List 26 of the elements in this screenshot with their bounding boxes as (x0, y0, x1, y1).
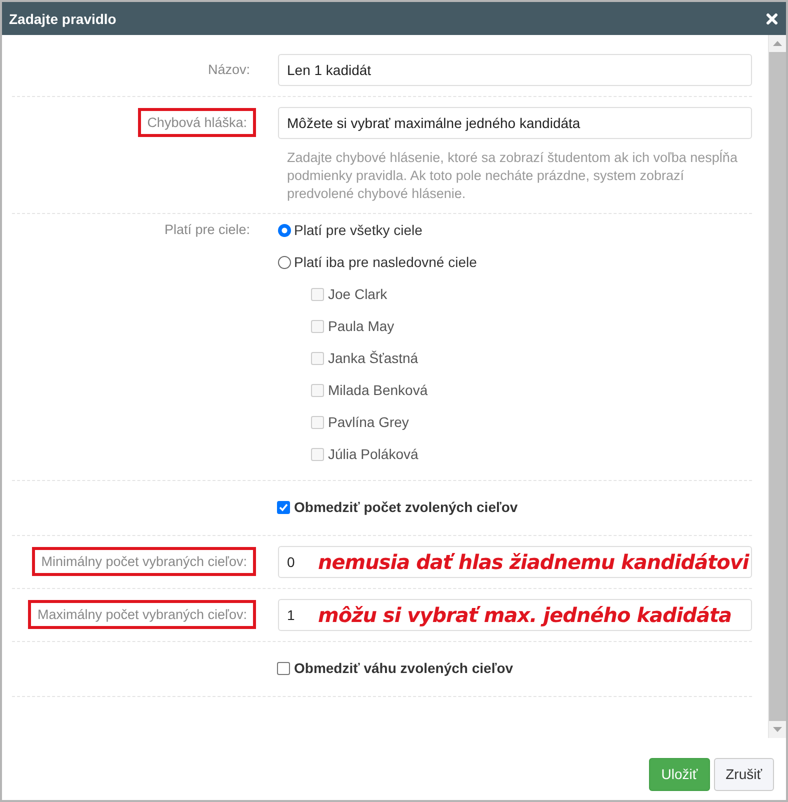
checkbox-label[interactable]: Obmedziť počet zvolených cieľov (294, 499, 518, 515)
field-frame[interactable]: 0 nemusia dať hlas žiadnemu kandidátovi (278, 546, 752, 578)
scrollbar[interactable] (768, 35, 786, 738)
down-arrow-icon[interactable] (773, 727, 782, 732)
input-field[interactable]: Môžete si vybrať maximálne jedného kandidáta (278, 107, 752, 139)
input-field[interactable]: Len 1 kadidát (278, 54, 752, 86)
radio-label[interactable]: Platí pre všetky ciele (294, 222, 422, 238)
highlighted-label: Chybová hláška: (138, 108, 256, 137)
checkbox[interactable] (277, 500, 290, 514)
handwritten-note: nemusia dať hlas žiadnemu kandidátovi (318, 549, 749, 576)
highlighted-label: Maximálny počet vybraných cieľov: (28, 600, 256, 629)
radio-button[interactable] (278, 224, 291, 236)
checkbox-label[interactable]: Obmedziť váhu zvolených cieľov (294, 660, 514, 676)
radio-label[interactable]: Platí iba pre nasledovné ciele (294, 254, 477, 270)
dialog-title: Zadajte pravidlo (9, 10, 116, 26)
cancel-button[interactable]: Zrušiť (714, 758, 774, 790)
up-arrow-icon[interactable] (773, 41, 782, 46)
handwritten-note: môžu si vybrať max. jedného kadidáta (318, 602, 732, 629)
help-text: Zadajte chybové hlásenie, ktoré sa zobrazí študentom ak ich voľba nespĺňa podmienky pravidla. Ak toto pole necháte prázdne, system zobrazí predvolené chybové hlásenie. (286, 149, 738, 203)
highlighted-label: Minimálny počet vybraných cieľov: (32, 547, 256, 576)
field-label: Platí pre ciele: (164, 222, 250, 237)
checkbox[interactable] (277, 662, 290, 674)
field-label: Názov: (208, 62, 250, 77)
close-icon[interactable] (766, 12, 778, 24)
radio-button[interactable] (278, 256, 291, 268)
field-frame[interactable]: 1 môžu si vybrať max. jedného kadidáta (278, 599, 752, 631)
